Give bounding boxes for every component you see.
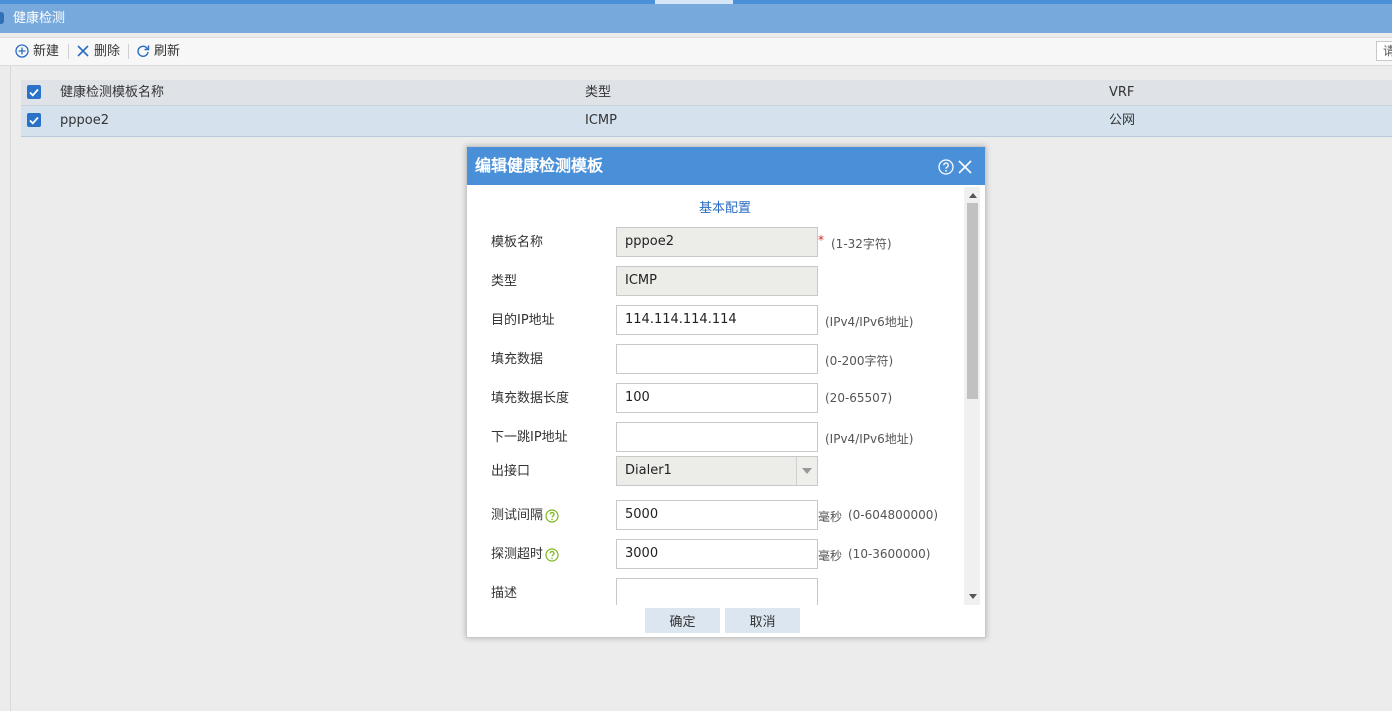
help-icon[interactable]: [938, 159, 954, 175]
next-hop-input[interactable]: [616, 422, 818, 452]
row-checkbox[interactable]: [27, 113, 41, 127]
required-mark: *: [818, 233, 824, 247]
dest-ip-label: 目的IP地址: [491, 313, 555, 328]
test-interval-label-text: 测试间隔: [491, 508, 544, 523]
close-icon[interactable]: [958, 160, 972, 174]
probe-timeout-label-text: 探测超时: [491, 547, 544, 562]
out-interface-value: Dialer1: [625, 463, 672, 478]
type-field: ICMP: [616, 266, 818, 296]
refresh-button-label: 刷新: [154, 44, 181, 59]
delete-button[interactable]: 删除: [76, 38, 122, 65]
table-row[interactable]: pppoe2 ICMP 公网: [21, 106, 1392, 137]
dest-ip-input[interactable]: 114.114.114.114: [616, 305, 818, 335]
dialog-header: 编辑健康检测模板: [467, 147, 985, 185]
new-button-label: 新建: [33, 44, 60, 59]
collapse-handle[interactable]: [0, 12, 4, 24]
fill-data-hint: (0-200字符): [825, 354, 894, 368]
page-title: 健康检测: [13, 11, 66, 26]
next-hop-label: 下一跳IP地址: [491, 430, 568, 445]
test-interval-hint: (0-604800000): [848, 508, 939, 522]
edit-template-dialog: 编辑健康检测模板 基本配置 模板名称 pppoe2 * (1-32字符) 类型 …: [466, 146, 986, 638]
dialog-title: 编辑健康检测模板: [475, 156, 604, 175]
description-label: 描述: [491, 586, 518, 601]
confirm-button[interactable]: 确定: [645, 608, 720, 633]
table-header: 健康检测模板名称 类型 VRF: [21, 80, 1392, 106]
chevron-down-icon: [802, 468, 812, 474]
checkmark-icon: [29, 116, 39, 125]
plus-circle-icon: [15, 44, 29, 58]
test-interval-input[interactable]: 5000: [616, 500, 818, 530]
test-interval-unit: 毫秒: [818, 510, 843, 524]
fill-length-label: 填充数据长度: [491, 391, 570, 406]
fill-data-label: 填充数据: [491, 352, 544, 367]
scrollbar-thumb[interactable]: [967, 203, 978, 399]
description-textarea[interactable]: [616, 578, 818, 605]
page-title-bar: 健康检测: [0, 4, 1392, 33]
select-all-checkbox[interactable]: [27, 85, 41, 99]
toolbar-divider: [68, 44, 69, 59]
probe-timeout-unit: 毫秒: [818, 549, 843, 563]
column-header-vrf[interactable]: VRF: [1109, 80, 1134, 105]
fill-length-hint: (20-65507): [825, 391, 893, 405]
new-button[interactable]: 新建: [15, 38, 63, 65]
help-circle-icon[interactable]: [545, 508, 559, 523]
section-title-basic-config: 基本配置: [698, 201, 751, 216]
refresh-icon: [137, 45, 150, 57]
cancel-button[interactable]: 取消: [725, 608, 800, 633]
scroll-up-arrow-icon[interactable]: [968, 191, 978, 201]
toolbar: 新建 删除 刷新 请: [0, 37, 1392, 66]
type-label: 类型: [491, 274, 518, 289]
dropdown-arrow[interactable]: [796, 457, 817, 485]
template-name-field[interactable]: pppoe2: [616, 227, 818, 257]
dialog-body: 基本配置 模板名称 pppoe2 * (1-32字符) 类型 ICMP 目的IP…: [467, 185, 985, 605]
out-interface-label: 出接口: [491, 464, 531, 479]
close-x-icon: [77, 45, 89, 57]
row-vrf-cell: 公网: [1109, 113, 1136, 128]
probe-timeout-input[interactable]: 3000: [616, 539, 818, 569]
left-panel-edge: [0, 66, 11, 711]
dest-ip-hint: (IPv4/IPv6地址): [825, 315, 914, 329]
probe-timeout-label: 探测超时: [491, 543, 559, 562]
out-interface-select[interactable]: Dialer1: [616, 456, 818, 486]
template-name-label: 模板名称: [491, 235, 544, 250]
scroll-down-arrow-icon[interactable]: [968, 591, 978, 601]
template-name-hint: (1-32字符): [831, 237, 892, 251]
row-name-cell: pppoe2: [60, 113, 109, 128]
test-interval-label: 测试间隔: [491, 504, 559, 523]
next-hop-hint: (IPv4/IPv6地址): [825, 432, 914, 446]
dialog-footer: 确定 取消: [467, 605, 985, 637]
column-header-name[interactable]: 健康检测模板名称: [60, 80, 164, 105]
fill-data-input[interactable]: [616, 344, 818, 374]
checkmark-icon: [29, 88, 39, 97]
search-box-partial[interactable]: 请: [1376, 41, 1392, 61]
refresh-button[interactable]: 刷新: [136, 38, 182, 65]
row-type-cell: ICMP: [585, 113, 617, 128]
toolbar-divider: [128, 44, 129, 59]
probe-timeout-hint: (10-3600000): [848, 547, 931, 561]
help-circle-icon[interactable]: [545, 547, 559, 562]
column-header-type[interactable]: 类型: [585, 80, 611, 105]
delete-button-label: 删除: [94, 44, 121, 59]
fill-length-input[interactable]: 100: [616, 383, 818, 413]
